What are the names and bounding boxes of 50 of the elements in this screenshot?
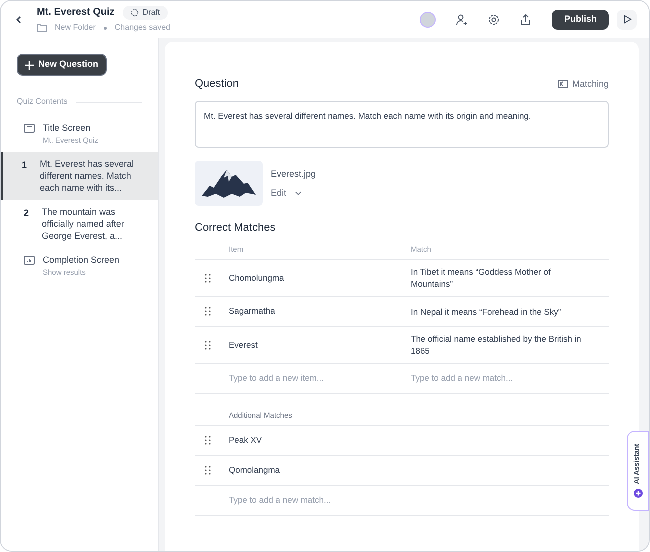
edit-dropdown[interactable]: Edit <box>271 187 316 200</box>
plus-icon <box>25 60 34 70</box>
sidebar-item[interactable]: 2 The mountain was officially named after George Everest, a... <box>1 200 158 248</box>
match-cell-text: The official name established by the British in 1865 <box>411 333 582 357</box>
play-icon <box>622 15 632 24</box>
new-match-field[interactable]: Type to add a new match... <box>411 372 601 385</box>
question-number: 1 <box>22 159 28 172</box>
drag-handle-icon[interactable] <box>205 466 211 475</box>
save-status: Changes saved <box>114 22 170 34</box>
share-icon[interactable] <box>520 14 532 26</box>
item-cell-text: Sagarmatha <box>229 305 276 318</box>
sidebar-item[interactable]: 1 Mt. Everest has several different names. Match each name with its... <box>1 152 158 200</box>
item-cell-text: Everest <box>229 338 259 352</box>
status-badge: Draft <box>122 6 168 20</box>
item-cell-text: Peak XV <box>229 434 264 447</box>
item-title: Mt. Everest has several different names. Match each name with its... <box>40 158 136 194</box>
item-title: Completion Screen <box>43 254 120 266</box>
matching-icon <box>558 80 568 88</box>
publish-button[interactable]: Publish <box>552 10 609 30</box>
new-question-button[interactable]: New Question <box>17 54 107 76</box>
drag-handle-icon[interactable] <box>205 307 211 316</box>
question-heading: Question <box>195 77 240 92</box>
section-label: Quiz Contents <box>17 96 68 108</box>
new-match-field[interactable]: Type to add a new match... <box>229 494 439 507</box>
drag-handle-icon[interactable] <box>205 274 211 282</box>
match-cell-text: In Nepal it means “Forehead in the Sky” <box>411 306 562 318</box>
chart-icon <box>24 256 35 266</box>
mountain-drawing <box>202 168 256 198</box>
caret-icon <box>294 191 302 196</box>
drag-handle-icon[interactable] <box>205 436 211 445</box>
dashed-circle-icon <box>130 8 139 16</box>
quiz-title: Mt. Everest Quiz <box>37 6 115 20</box>
screen-icon <box>24 124 35 133</box>
question-number: 2 <box>24 207 30 220</box>
drag-handle-icon[interactable] <box>205 340 211 350</box>
question-type-selector[interactable]: Matching <box>558 78 609 91</box>
item-title: The mountain was officially named after George Everest, a... <box>42 206 126 242</box>
section-heading: Correct Matches <box>195 220 277 236</box>
settings-icon[interactable] <box>488 14 500 26</box>
question-field[interactable]: Mt. Everest has several different names. Match each name with its origin and meaning. <box>195 100 609 148</box>
item-cell-text: Qomolangma <box>229 464 282 477</box>
preview-button[interactable] <box>617 10 637 30</box>
item-title: Title Screen <box>43 122 92 134</box>
item-cell-text: Chomolungma <box>229 272 286 284</box>
image-filename: Everest.jpg <box>271 168 316 181</box>
folder-icon <box>37 24 47 32</box>
plus-circle-icon <box>634 488 642 498</box>
match-cell-text: In Tibet it means “Goddess Mother of Mountains” <box>411 266 552 290</box>
new-item-field[interactable]: Type to add a new item... <box>229 372 404 385</box>
add-user-icon[interactable] <box>456 14 468 26</box>
